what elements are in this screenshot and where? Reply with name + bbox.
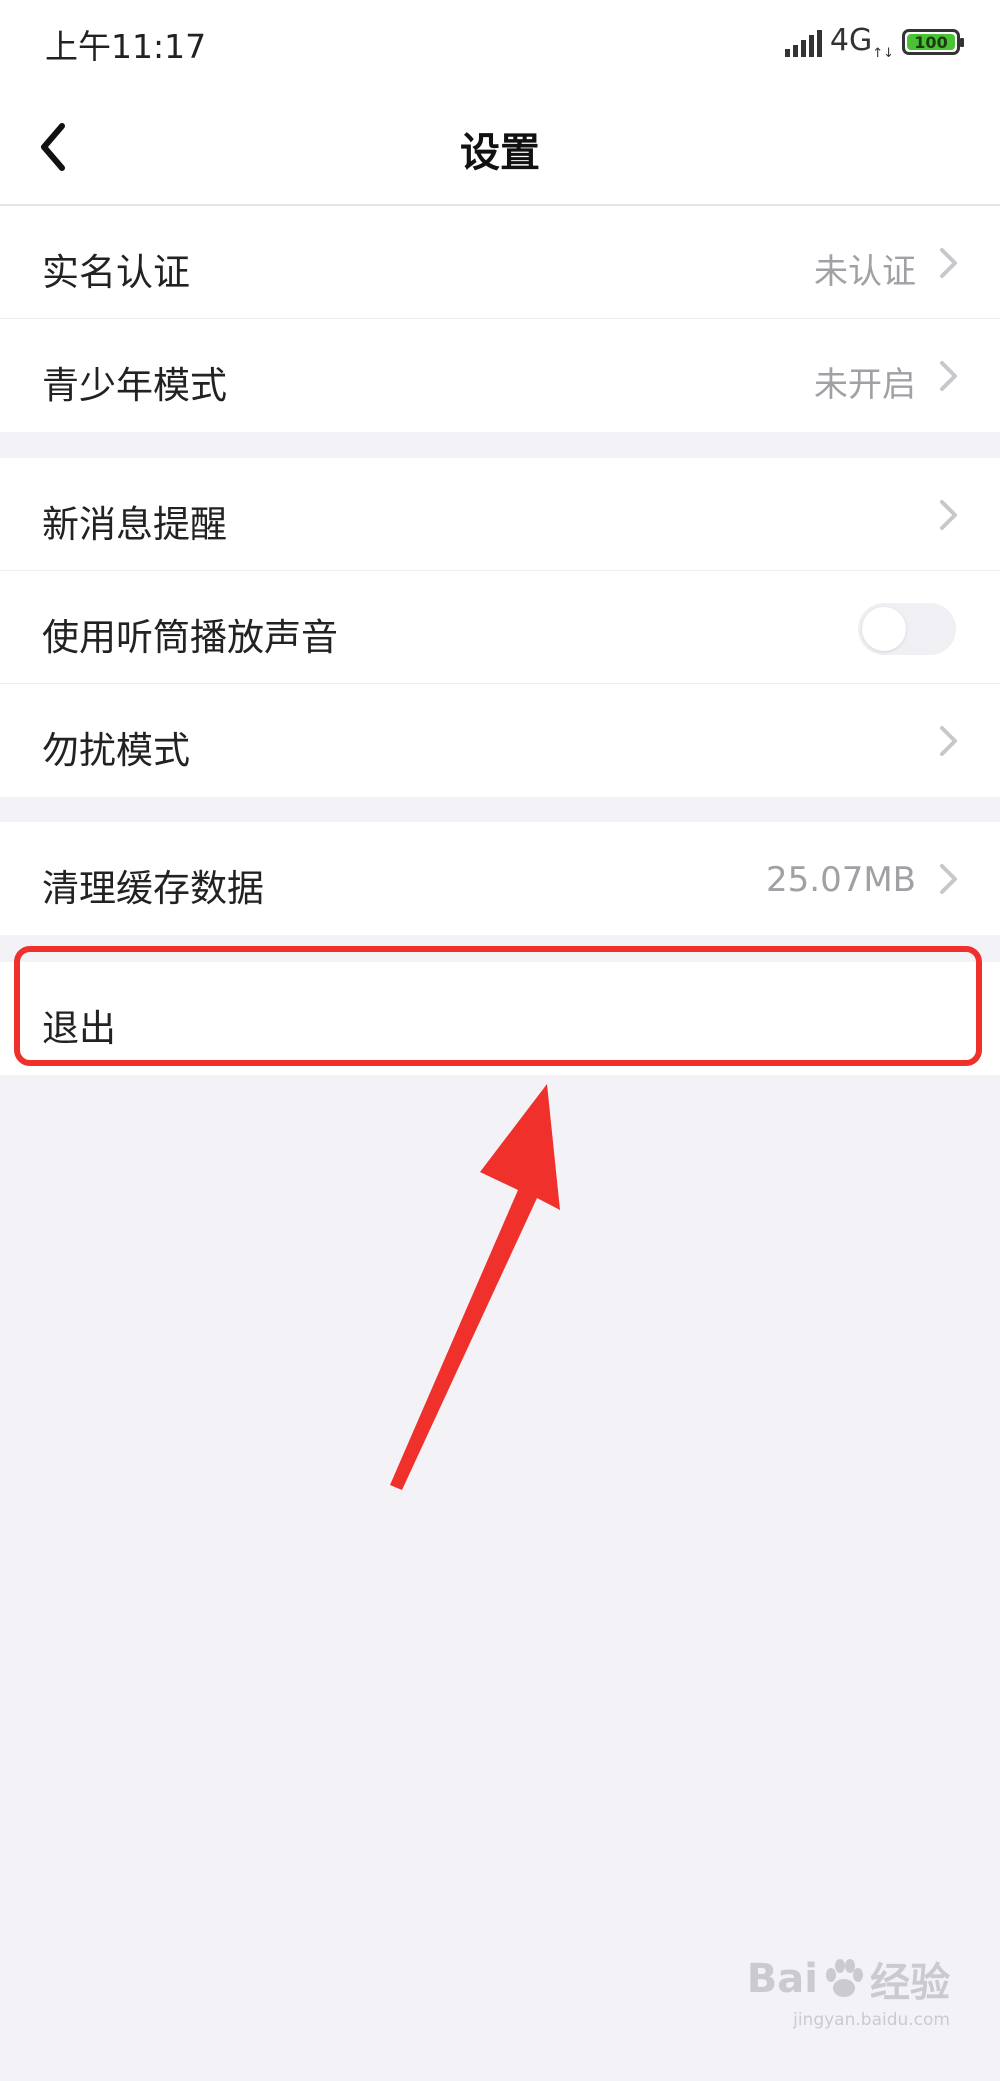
toggle-knob	[862, 607, 906, 651]
settings-group-account: 实名认证 未认证 青少年模式 未开启	[0, 206, 1000, 432]
settings-group-notifications: 新消息提醒 使用听筒播放声音 勿扰模式	[0, 458, 1000, 797]
row-label: 实名认证	[42, 251, 190, 294]
page-title: 设置	[460, 130, 540, 176]
settings-row-teen-mode[interactable]: 青少年模式 未开启	[0, 319, 1000, 432]
watermark: Bai 经验 jingyan.baidu.com	[747, 1950, 950, 2030]
paw-icon	[826, 1959, 863, 1997]
settings-row-real-name[interactable]: 实名认证 未认证	[0, 206, 1000, 319]
settings-row-clear-cache[interactable]: 清理缓存数据 25.07MB	[0, 822, 1000, 935]
chevron-right-icon	[940, 864, 957, 894]
nav-bar: 设置	[0, 84, 1000, 206]
row-value: 25.07MB	[766, 860, 916, 900]
row-label: 新消息提醒	[42, 503, 227, 546]
row-label: 清理缓存数据	[42, 867, 264, 910]
battery-icon: 100	[902, 29, 964, 55]
settings-row-do-not-disturb[interactable]: 勿扰模式	[0, 684, 1000, 797]
pointer-arrow-icon	[390, 1084, 560, 1490]
watermark-url: jingyan.baidu.com	[793, 2010, 950, 2030]
chevron-right-icon	[940, 726, 957, 756]
signal-icon	[784, 27, 822, 57]
battery-level: 100	[914, 32, 948, 52]
row-label: 青少年模式	[42, 364, 227, 407]
row-label: 使用听筒播放声音	[42, 616, 338, 659]
status-icons: 4G↑↓ 100	[784, 22, 964, 62]
settings-row-new-message[interactable]: 新消息提醒	[0, 458, 1000, 571]
status-bar: 上午11:17 4G↑↓ 100	[0, 0, 1000, 84]
network-type: 4G↑↓	[829, 23, 894, 61]
row-value: 未认证	[814, 252, 916, 292]
earpiece-toggle[interactable]	[858, 603, 956, 655]
row-label: 勿扰模式	[42, 729, 190, 772]
chevron-right-icon	[940, 248, 957, 278]
chevron-right-icon	[940, 361, 957, 391]
row-value: 未开启	[814, 365, 916, 405]
settings-row-earpiece: 使用听筒播放声音	[0, 571, 1000, 684]
settings-group-cache: 清理缓存数据 25.07MB	[0, 822, 1000, 935]
watermark-logo: Bai 经验	[746, 1956, 950, 2006]
chevron-right-icon	[940, 500, 957, 530]
highlight-box	[14, 946, 982, 1066]
status-time: 上午11:17	[45, 27, 207, 66]
